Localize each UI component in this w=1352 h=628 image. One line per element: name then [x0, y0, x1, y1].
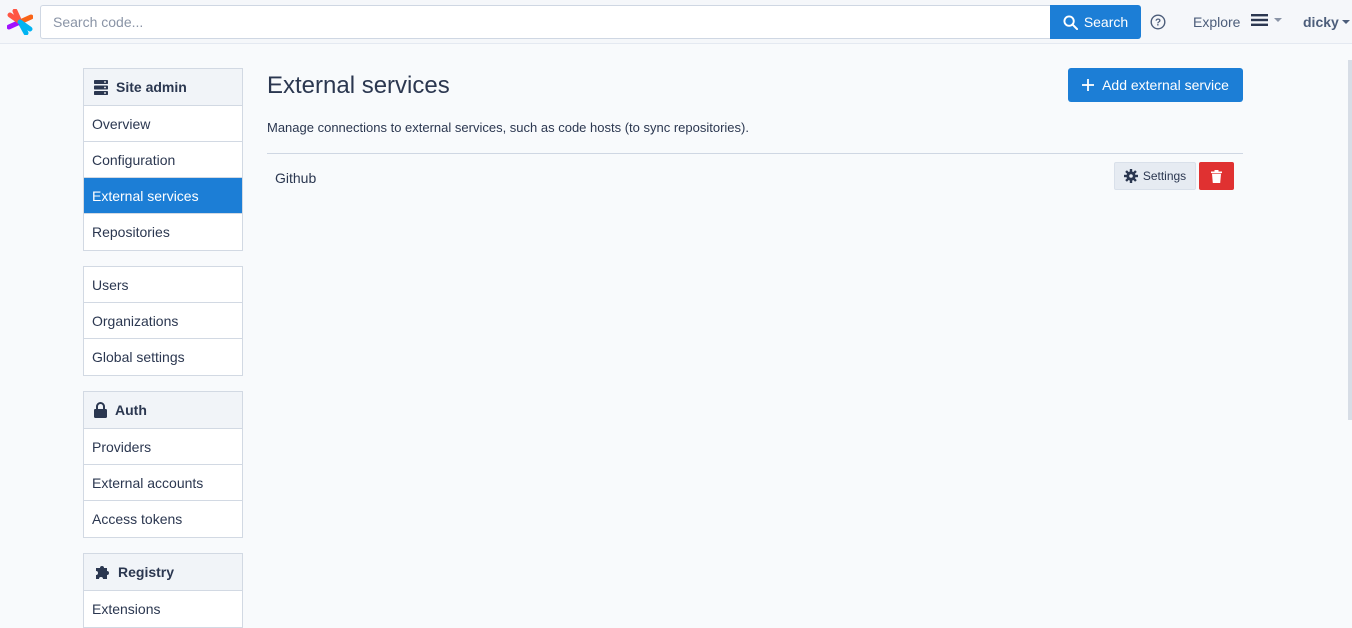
sidebar-item-users[interactable]: Users: [84, 267, 242, 303]
settings-button[interactable]: Settings: [1114, 162, 1196, 190]
settings-button-label: Settings: [1142, 169, 1187, 183]
server-icon: [94, 79, 108, 95]
sidebar-registry-header: Registry: [84, 554, 242, 591]
svg-text:?: ?: [1155, 18, 1161, 29]
sidebar-site-admin-title: Site admin: [116, 79, 187, 95]
trash-icon: [1211, 169, 1222, 183]
help-icon[interactable]: ?: [1150, 14, 1166, 30]
sourcegraph-logo-icon[interactable]: [7, 9, 33, 35]
chevron-down-icon: [1274, 18, 1282, 22]
sidebar-auth-header: Auth: [84, 392, 242, 429]
sidebar-auth-group: Auth Providers External accounts Access …: [83, 391, 243, 538]
sidebar-item-external-accounts[interactable]: External accounts: [84, 465, 242, 501]
sidebar-auth-title: Auth: [115, 402, 147, 418]
search-icon: [1063, 14, 1078, 30]
search-input[interactable]: [40, 5, 1052, 39]
sidebar-site-admin-group: Site admin Overview Configuration Extern…: [83, 68, 243, 251]
scrollbar[interactable]: [1348, 60, 1352, 420]
lock-icon: [94, 402, 107, 418]
sidebar-item-providers[interactable]: Providers: [84, 429, 242, 465]
sidebar-registry-group: Registry Extensions: [83, 553, 243, 628]
top-navbar: Search ? Explore dicky: [0, 0, 1352, 44]
sidebar-site-admin-header: Site admin: [84, 69, 242, 106]
sidebar-item-configuration[interactable]: Configuration: [84, 142, 242, 178]
plus-icon: [1082, 79, 1095, 91]
username-label: dicky: [1303, 14, 1339, 30]
sidebar-item-external-services[interactable]: External services: [84, 178, 242, 214]
sidebar-users-group: Users Organizations Global settings: [83, 266, 243, 376]
sidebar-item-organizations[interactable]: Organizations: [84, 303, 242, 339]
gear-icon: [1123, 169, 1138, 183]
search-button[interactable]: Search: [1050, 5, 1141, 39]
chevron-down-icon: [1341, 20, 1350, 24]
delete-button[interactable]: [1199, 162, 1234, 190]
main-menu-button[interactable]: [1251, 13, 1282, 27]
puzzle-piece-icon: [96, 566, 109, 579]
explore-link[interactable]: Explore: [1193, 14, 1240, 30]
search-button-label: Search: [1083, 14, 1129, 30]
service-name[interactable]: Github: [275, 170, 316, 186]
add-external-service-button[interactable]: Add external service: [1068, 68, 1243, 102]
hamburger-menu-icon: [1251, 14, 1268, 26]
page-title: External services: [267, 72, 450, 99]
sidebar-item-access-tokens[interactable]: Access tokens: [84, 501, 242, 537]
sidebar-item-repositories[interactable]: Repositories: [84, 214, 242, 250]
list-item: Github Settings: [267, 154, 1243, 200]
user-menu[interactable]: dicky: [1303, 14, 1350, 30]
page-description: Manage connections to external services,…: [267, 120, 749, 135]
add-external-service-label: Add external service: [1102, 77, 1229, 93]
sidebar-item-global-settings[interactable]: Global settings: [84, 339, 242, 375]
sidebar-item-extensions[interactable]: Extensions: [84, 591, 242, 627]
sidebar-registry-title: Registry: [118, 564, 175, 580]
sidebar-item-overview[interactable]: Overview: [84, 106, 242, 142]
